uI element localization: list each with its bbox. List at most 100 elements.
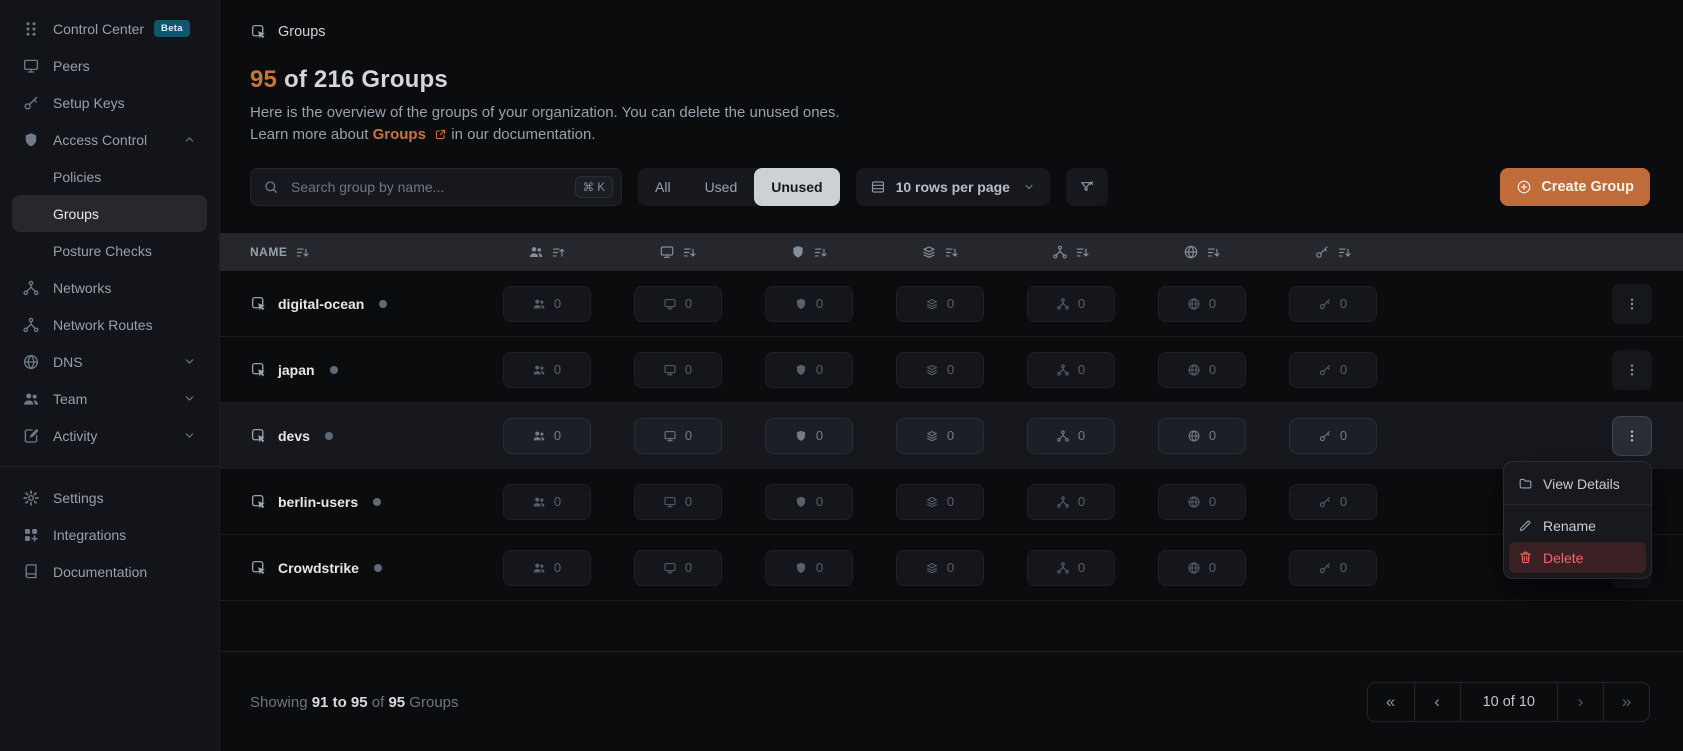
column-header-hub[interactable] [1005,244,1136,260]
sidebar-item-posture-checks[interactable]: Posture Checks [12,232,207,269]
menu-divider [1504,504,1651,505]
breadcrumb: Groups [250,23,326,41]
group-icon [250,23,268,41]
trash-icon [1518,550,1533,565]
shield-icon [794,561,808,575]
sidebar-item-control-center[interactable]: Control CenterBeta [12,10,207,47]
sidebar-item-groups[interactable]: Groups [12,195,207,232]
sort-down-icon [682,245,697,260]
filter-tab-all[interactable]: All [638,168,688,206]
column-header-globe[interactable] [1136,244,1267,260]
external-link-icon [434,128,447,141]
last-page-button[interactable]: » [1603,683,1649,721]
group-status-dot [379,300,387,308]
hub-icon [1056,297,1070,311]
filter-tab-unused[interactable]: Unused [754,168,839,206]
search-input[interactable] [289,178,575,196]
sidebar-item-label: Access Control [53,132,147,148]
sidebar-item-label: Activity [53,428,97,444]
sidebar-divider [0,466,219,467]
footer-divider [220,651,1683,652]
sidebar-item-dns[interactable]: DNS [12,343,207,380]
shield-icon [794,429,808,443]
breadcrumb-label: Groups [278,24,326,40]
create-group-button[interactable]: Create Group [1500,168,1650,206]
table-row: japan0000000 [220,337,1683,403]
clear-filters-button[interactable] [1066,168,1108,206]
menu-item-view-details[interactable]: View Details [1509,467,1646,500]
sidebar-item-label: Control Center [53,21,144,37]
pencil-icon [1518,518,1533,533]
search-box: ⌘ K [250,168,622,206]
table-row: devs0000000 [220,403,1683,469]
table-row: digital-ocean0000000 [220,271,1683,337]
book-icon [22,563,40,581]
shield-icon [794,495,808,509]
sidebar-item-team[interactable]: Team [12,380,207,417]
sidebar-item-label: Groups [53,206,99,222]
count-badge-shield: 0 [765,286,853,322]
sidebar-item-access-control[interactable]: Access Control [12,121,207,158]
count-badge-layers: 0 [896,418,984,454]
sidebar-item-documentation[interactable]: Documentation [12,553,207,590]
description-line-2: Learn more about Groups in our documenta… [250,124,840,146]
users-icon [532,363,546,377]
count-badge-globe: 0 [1158,484,1246,520]
sidebar-item-settings[interactable]: Settings [12,479,207,516]
count-badge-users: 0 [503,352,591,388]
next-page-button[interactable]: › [1557,683,1603,721]
table-row: berlin-users0000000 [220,469,1683,535]
monitor-icon [663,429,677,443]
count-badge-hub: 0 [1027,550,1115,586]
column-header-monitor[interactable] [612,244,743,260]
sidebar: Control CenterBetaPeersSetup Keys Access … [0,0,220,751]
globe-icon [1187,561,1201,575]
globe-icon [22,353,40,371]
count-badge-users: 0 [503,418,591,454]
key-icon [22,94,40,112]
column-header-shield[interactable] [743,244,874,260]
row-menu-button[interactable] [1612,284,1652,324]
row-menu-button[interactable] [1612,416,1652,456]
column-header-users[interactable] [481,244,612,260]
description-line-1: Here is the overview of the groups of yo… [250,102,840,124]
sidebar-item-label: Posture Checks [53,243,152,259]
sidebar-item-policies[interactable]: Policies [12,158,207,195]
filter-tab-used[interactable]: Used [688,168,755,206]
count-badge-layers: 0 [896,286,984,322]
showing-text: Showing 91 to 95 of 95 Groups [250,694,459,711]
count-badge-globe: 0 [1158,352,1246,388]
sort-down-icon [1206,245,1221,260]
count-badge-globe: 0 [1158,286,1246,322]
group-name-cell: Crowdstrike [250,559,481,577]
count-badge-monitor: 0 [634,484,722,520]
group-name: Crowdstrike [278,560,359,576]
sidebar-item-integrations[interactable]: Integrations [12,516,207,553]
count-badge-key: 0 [1289,352,1377,388]
row-menu-button[interactable] [1612,350,1652,390]
menu-item-delete[interactable]: Delete [1509,542,1646,573]
sidebar-item-peers[interactable]: Peers [12,47,207,84]
count-badge-shield: 0 [765,352,853,388]
first-page-button[interactable]: « [1368,683,1414,721]
sort-icon [295,245,310,260]
column-header-name[interactable]: NAME [250,245,481,260]
layers-icon [925,561,939,575]
monitor-icon [663,297,677,311]
column-header-key[interactable] [1267,244,1398,260]
sidebar-item-label: Network Routes [53,317,153,333]
rows-per-page-select[interactable]: 10 rows per page [856,168,1050,206]
group-name: berlin-users [278,494,358,510]
column-header-layers[interactable] [874,244,1005,260]
toolbar: ⌘ K AllUsedUnused 10 rows per page Creat… [250,168,1650,206]
sidebar-item-networks[interactable]: Networks [12,269,207,306]
groups-doc-link[interactable]: Groups [373,126,448,143]
sidebar-item-activity[interactable]: Activity [12,417,207,454]
sidebar-item-setup-keys[interactable]: Setup Keys [12,84,207,121]
menu-item-rename[interactable]: Rename [1509,509,1646,542]
sidebar-item-network-routes[interactable]: Network Routes [12,306,207,343]
key-icon [1318,297,1332,311]
group-name-cell: digital-ocean [250,295,481,313]
prev-page-button[interactable]: ‹ [1414,683,1460,721]
table-body: digital-ocean0000000japan0000000devs0000… [220,271,1683,601]
